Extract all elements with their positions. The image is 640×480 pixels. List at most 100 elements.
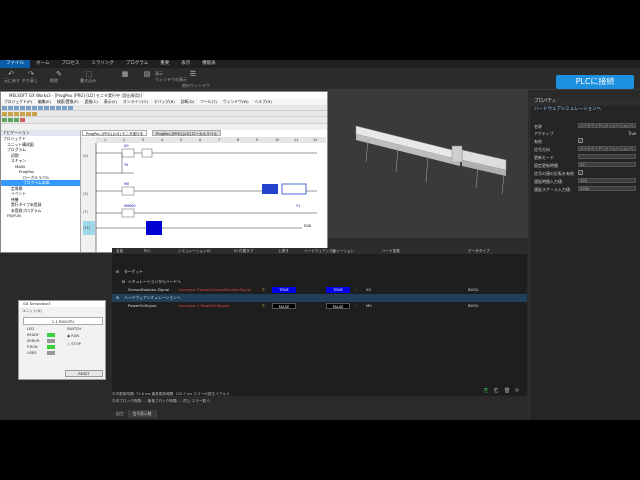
ribbon-tab-mirroring[interactable]: ミラリング	[85, 60, 120, 68]
grid-icon[interactable]: ▦	[118, 70, 132, 82]
tab-ladder-monitor[interactable]: ProgPou [PRG] [LD] モニタ実行中	[82, 130, 148, 136]
export-icon[interactable]: ⎘	[484, 388, 488, 394]
gx-works-window: MELSOFT GX Works3 - [ProgPou [PRG] [LD] …	[0, 91, 328, 253]
gx-menu-diagnostics[interactable]: 診断(D)	[178, 99, 197, 105]
import-icon[interactable]: ⎗	[494, 388, 498, 394]
contact-label-sm400[interactable]: SM400	[124, 204, 136, 208]
open-icon[interactable]	[7, 106, 13, 110]
ribbon-tab-file[interactable]: ファイル	[0, 60, 30, 68]
ribbon-tab-view[interactable]: 表示	[175, 60, 196, 68]
io-row-sensor-value2[interactable]: TRUE	[326, 287, 350, 293]
io-header-io-tab: IO 付属タブ	[234, 249, 254, 253]
prop-enabled-checkbox[interactable]: ✓	[578, 138, 583, 143]
prop-label-delay-scale: 遅延スケール入力値	[534, 187, 570, 192]
paste-icon[interactable]	[37, 106, 43, 110]
io-subgroup[interactable]: ⊟ シミュレーションからハードへ	[112, 278, 527, 286]
link-icon[interactable]: ⚲	[262, 286, 265, 294]
nav-item[interactable]: FB/FUN	[1, 213, 80, 219]
contact-icon[interactable]	[1, 112, 7, 116]
redo-button[interactable]: やり直し	[22, 78, 38, 84]
gx-menu-window[interactable]: ウィンドウ(W)	[220, 99, 252, 105]
io-row-power-value[interactable]: FALSE	[272, 303, 296, 309]
instruction-icon[interactable]	[19, 112, 25, 116]
table-row[interactable]: PowerOnSignal Conveyor 1.PowerOnSignal ⚲…	[112, 302, 527, 310]
read-icon[interactable]	[1, 118, 7, 122]
save-icon[interactable]	[13, 106, 19, 110]
connect-plc-button[interactable]: PLCに接続	[556, 75, 634, 89]
gx-menu-tools[interactable]: ツール(T)	[197, 99, 220, 105]
sim-led-label: LED	[27, 327, 35, 331]
ribbon-body: ↶ 元に戻す ↷ やり直し ✎ 削除 ⬚ 書き込み ▦ ▤ 表示 ウィンドウの表…	[0, 68, 640, 90]
find-icon[interactable]	[55, 106, 61, 110]
ribbon-tab-important[interactable]: 重要	[154, 60, 175, 68]
prop-value-update-mode[interactable]	[578, 154, 636, 159]
ribbon-tab-function[interactable]: 機能表	[196, 60, 222, 68]
write-plc-icon[interactable]	[7, 118, 13, 122]
vline-icon[interactable]	[31, 112, 37, 116]
sim-led-error-label: ERROR	[27, 339, 40, 343]
sim-run-radio[interactable]: ◉ RUN	[67, 334, 79, 338]
layers-icon[interactable]: ▤	[140, 70, 154, 82]
ribbon-tab-program[interactable]: プログラム	[120, 60, 154, 68]
prop-value-direction[interactable]: ハードウェアシミュレーションへ	[578, 146, 636, 151]
refresh-icon[interactable]: ⟳	[515, 388, 519, 394]
ribbon-tab-home[interactable]: ホーム	[30, 60, 55, 68]
ribbon-tab-process[interactable]: プロセス	[55, 60, 85, 68]
nc-contact-icon[interactable]	[7, 112, 13, 116]
prop-value-fixed-update[interactable]: 50	[578, 162, 636, 167]
tab-output[interactable]: 出力	[112, 410, 129, 418]
undo-button[interactable]: 元に戻す	[4, 78, 20, 84]
io-group-target-label: ターゲット	[124, 269, 143, 274]
link-icon[interactable]: ⚲	[262, 302, 265, 310]
sim-menu-unit[interactable]: ユニット(U)	[22, 309, 42, 314]
new-icon[interactable]	[1, 106, 7, 110]
io-row-sensor-value[interactable]: TRUE	[272, 287, 296, 293]
prop-value-delay-input[interactable]: 100	[578, 178, 636, 183]
copy-icon[interactable]	[31, 106, 37, 110]
prop-label-enabled: 有効	[534, 139, 542, 144]
sim-reset-button[interactable]: RESET	[65, 370, 103, 377]
contact-label-y0[interactable]: Y0	[124, 163, 128, 167]
io-group-target[interactable]: ⊟ ターゲット	[112, 268, 527, 276]
table-row[interactable]: SensorBoolean.Signal Conveyor Sensor.Sen…	[112, 286, 527, 294]
io-group-to-hw[interactable]: ⊟ ハードウェアシミュレーションへ	[112, 294, 527, 302]
bottom-tabs: 出力 信号表示数	[112, 410, 157, 418]
gx-menu-debug[interactable]: デバッグ(B)	[151, 99, 178, 105]
undo-small-icon[interactable]	[43, 106, 49, 110]
contact-label-m0[interactable]: M0	[124, 182, 129, 186]
contact-label-x0[interactable]: X0	[124, 144, 128, 148]
window-list-icon[interactable]: ☰	[186, 70, 200, 82]
sim-stop-radio[interactable]: ○ STOP	[67, 342, 81, 346]
print-icon[interactable]	[19, 106, 25, 110]
prop-invert-checkbox[interactable]: ✓	[578, 170, 583, 175]
prop-value-delay-scale[interactable]: 5000	[578, 186, 636, 191]
collapse-group2-icon[interactable]: ⊟	[116, 294, 119, 302]
io-row-power-value2[interactable]: FALSE	[326, 303, 350, 309]
delete-button[interactable]: 削除	[50, 78, 58, 84]
prop-value-active: True	[628, 131, 637, 136]
redo-small-icon[interactable]	[49, 106, 55, 110]
io-row-power-type: BOOL	[468, 303, 479, 308]
tab-signal-count[interactable]: 信号表示数	[128, 410, 157, 418]
write-button[interactable]: 書き込み	[80, 78, 96, 84]
verify-icon[interactable]	[13, 118, 19, 122]
collapse-icon[interactable]: ⊟	[116, 268, 119, 276]
collapse-sub-icon[interactable]: ⊟	[122, 278, 125, 286]
monitor-icon[interactable]	[67, 106, 73, 110]
coil-label-y1[interactable]: Y1	[296, 204, 300, 208]
line-icon[interactable]	[25, 112, 31, 116]
gx-menu-online[interactable]: オンライン(O)	[120, 99, 151, 105]
sim-led-user-label: USER	[27, 351, 37, 355]
gx-menu-view[interactable]: 表示(V)	[101, 99, 120, 105]
cut-icon[interactable]	[25, 106, 31, 110]
other-windows-button[interactable]: 他のウィンドウ	[182, 83, 210, 89]
gx-menu-help[interactable]: ヘルプ(H)	[252, 99, 275, 105]
gx-menu-convert[interactable]: 変換(C)	[82, 99, 101, 105]
3d-viewport[interactable]	[328, 90, 528, 238]
prop-value-name[interactable]: ハードウェアシミュレーションへ	[578, 123, 636, 128]
tab-local-labels[interactable]: ProgPou [PRG] [LD] ローカルラベル	[152, 130, 221, 136]
compile-icon[interactable]	[61, 106, 67, 110]
trash-icon[interactable]: 🗑	[504, 388, 510, 394]
coil-icon[interactable]	[13, 112, 19, 116]
stop-icon[interactable]	[19, 118, 25, 122]
